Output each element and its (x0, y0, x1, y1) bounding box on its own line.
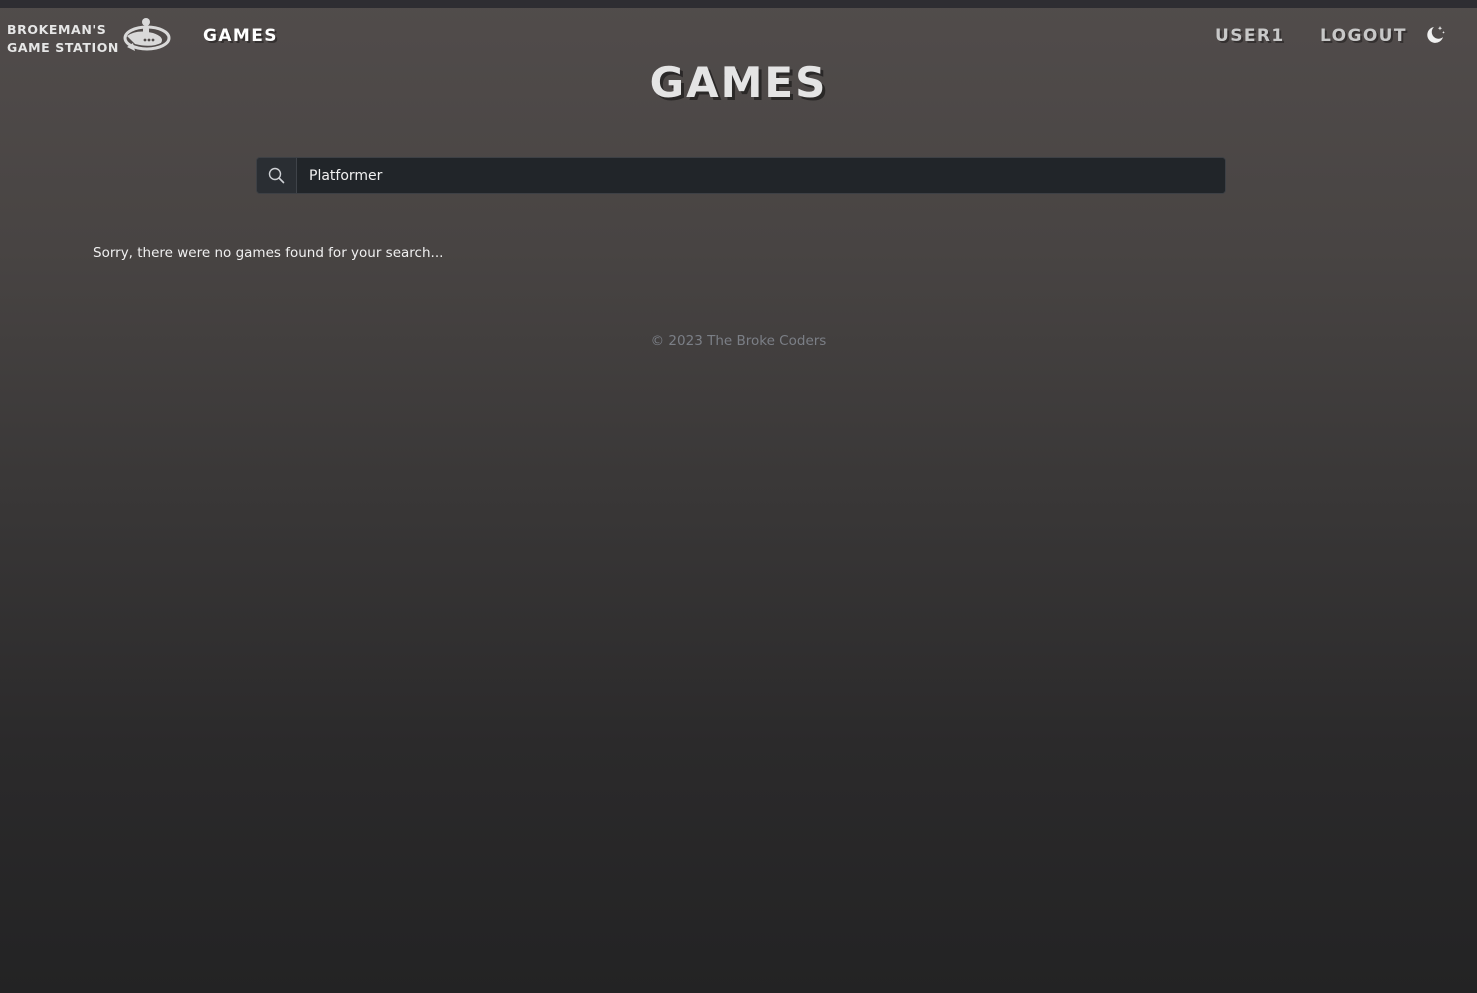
footer-copyright: © 2023 The Broke Coders (650, 333, 827, 349)
brand-line-1: Brokeman's (7, 22, 107, 37)
no-results-message: Sorry, there were no games found for you… (93, 245, 444, 261)
search-input[interactable] (297, 158, 1225, 193)
window-top-strip (0, 0, 1477, 8)
spaceship-icon[interactable] (121, 17, 171, 57)
search-icon (268, 167, 285, 184)
brand-link[interactable]: Brokeman's Game Station (7, 21, 119, 57)
nav-games-link[interactable]: Games (203, 26, 278, 46)
page-title: Games (649, 58, 828, 107)
moon-stars-icon[interactable] (1424, 24, 1446, 46)
search-icon-addon (257, 158, 297, 193)
nav-logout-link[interactable]: Logout (1320, 26, 1407, 46)
search-bar (256, 157, 1226, 194)
navbar: Brokeman's Game Station Games user1 Logo… (0, 8, 1477, 64)
nav-user-link[interactable]: user1 (1215, 26, 1285, 46)
brand-line-2: Game Station (7, 40, 119, 55)
